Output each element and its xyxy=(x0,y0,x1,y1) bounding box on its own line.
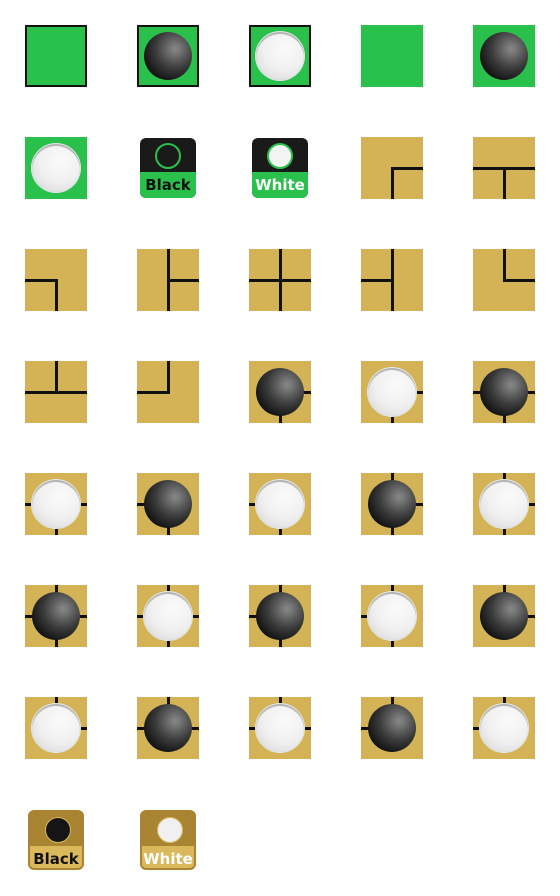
board-tile-white-stone[interactable] xyxy=(361,585,423,647)
black-stone-icon xyxy=(368,480,416,528)
board-tile-black-stone[interactable] xyxy=(361,473,423,535)
grid-line-vertical xyxy=(54,361,58,394)
grid-line-vertical xyxy=(278,249,282,311)
board-tile-white-stone[interactable] xyxy=(361,361,423,423)
grid-line-vertical xyxy=(166,249,170,311)
black-stone-icon xyxy=(256,592,304,640)
board-tile-black-stone[interactable] xyxy=(249,585,311,647)
white-stone-icon xyxy=(368,368,416,416)
black-stone-icon xyxy=(368,704,416,752)
board-tile-black-stone[interactable] xyxy=(25,585,87,647)
black-stone-icon xyxy=(144,32,192,80)
black-stone-icon xyxy=(256,368,304,416)
black-disc-icon xyxy=(45,817,71,843)
white-stone-icon xyxy=(256,480,304,528)
board-tile-white-stone[interactable] xyxy=(25,473,87,535)
white-stone-icon xyxy=(256,32,304,80)
board-tile-black-stone[interactable] xyxy=(249,361,311,423)
grid-line-horizontal xyxy=(502,278,535,282)
white-stone-icon xyxy=(480,480,528,528)
black-stone-icon xyxy=(480,592,528,640)
board-tile[interactable] xyxy=(473,137,535,199)
board-tile-white-stone[interactable] xyxy=(25,697,87,759)
green-tile-black-stone[interactable] xyxy=(137,25,199,87)
board-tile[interactable] xyxy=(25,361,87,423)
grid-line-vertical xyxy=(390,249,394,311)
white-badge-green[interactable]: White xyxy=(249,137,311,199)
badge-label: White xyxy=(252,172,308,198)
badge-label: Black xyxy=(140,172,196,198)
green-tile-black-stone[interactable] xyxy=(473,25,535,87)
black-disc-icon xyxy=(155,143,181,169)
badge: Black xyxy=(140,138,196,198)
white-disc-icon xyxy=(157,817,183,843)
green-tile-white-stone[interactable] xyxy=(25,137,87,199)
white-stone-icon xyxy=(256,704,304,752)
board-tile-black-stone[interactable] xyxy=(473,585,535,647)
badge: Black xyxy=(28,810,84,870)
badge: White xyxy=(140,810,196,870)
black-stone-icon xyxy=(480,368,528,416)
board-tile-white-stone[interactable] xyxy=(473,697,535,759)
badge-label: Black xyxy=(30,846,82,868)
white-stone-icon xyxy=(368,592,416,640)
grid-line-vertical xyxy=(502,249,506,282)
white-stone-icon xyxy=(32,480,80,528)
board-tile[interactable] xyxy=(361,137,423,199)
board-tile-white-stone[interactable] xyxy=(137,585,199,647)
white-stone-icon xyxy=(480,704,528,752)
grid-line-horizontal xyxy=(25,278,58,282)
black-stone-icon xyxy=(144,704,192,752)
white-stone-icon xyxy=(32,144,80,192)
grid-line-vertical xyxy=(390,166,394,199)
grid-line-horizontal xyxy=(166,278,199,282)
white-disc-icon xyxy=(267,143,293,169)
black-badge-green[interactable]: Black xyxy=(137,137,199,199)
white-stone-icon xyxy=(144,592,192,640)
white-stone-icon xyxy=(32,704,80,752)
grid-line-vertical xyxy=(502,166,506,199)
board-tile[interactable] xyxy=(137,249,199,311)
badge: White xyxy=(252,138,308,198)
green-tile-empty[interactable] xyxy=(361,25,423,87)
grid-line-horizontal xyxy=(390,166,423,170)
board-tile-white-stone[interactable] xyxy=(249,473,311,535)
green-tile-empty[interactable] xyxy=(25,25,87,87)
black-stone-icon xyxy=(480,32,528,80)
badge-label: White xyxy=(142,846,194,868)
grid-line-vertical xyxy=(54,278,58,311)
green-tile-white-stone[interactable] xyxy=(249,25,311,87)
board-tile[interactable] xyxy=(137,361,199,423)
board-tile[interactable] xyxy=(473,249,535,311)
board-tile-black-stone[interactable] xyxy=(137,697,199,759)
grid-line-horizontal xyxy=(137,390,170,394)
black-stone-icon xyxy=(32,592,80,640)
board-tile[interactable] xyxy=(361,249,423,311)
board-tile-black-stone[interactable] xyxy=(473,361,535,423)
grid-line-vertical xyxy=(166,361,170,394)
white-badge-gold[interactable]: White xyxy=(137,809,199,871)
board-tile-white-stone[interactable] xyxy=(249,697,311,759)
board-tile[interactable] xyxy=(25,249,87,311)
board-tile-black-stone[interactable] xyxy=(137,473,199,535)
grid-line-horizontal xyxy=(361,278,394,282)
board-tile-black-stone[interactable] xyxy=(361,697,423,759)
board-tile[interactable] xyxy=(249,249,311,311)
board-tile-white-stone[interactable] xyxy=(473,473,535,535)
black-badge-gold[interactable]: Black xyxy=(25,809,87,871)
black-stone-icon xyxy=(144,480,192,528)
